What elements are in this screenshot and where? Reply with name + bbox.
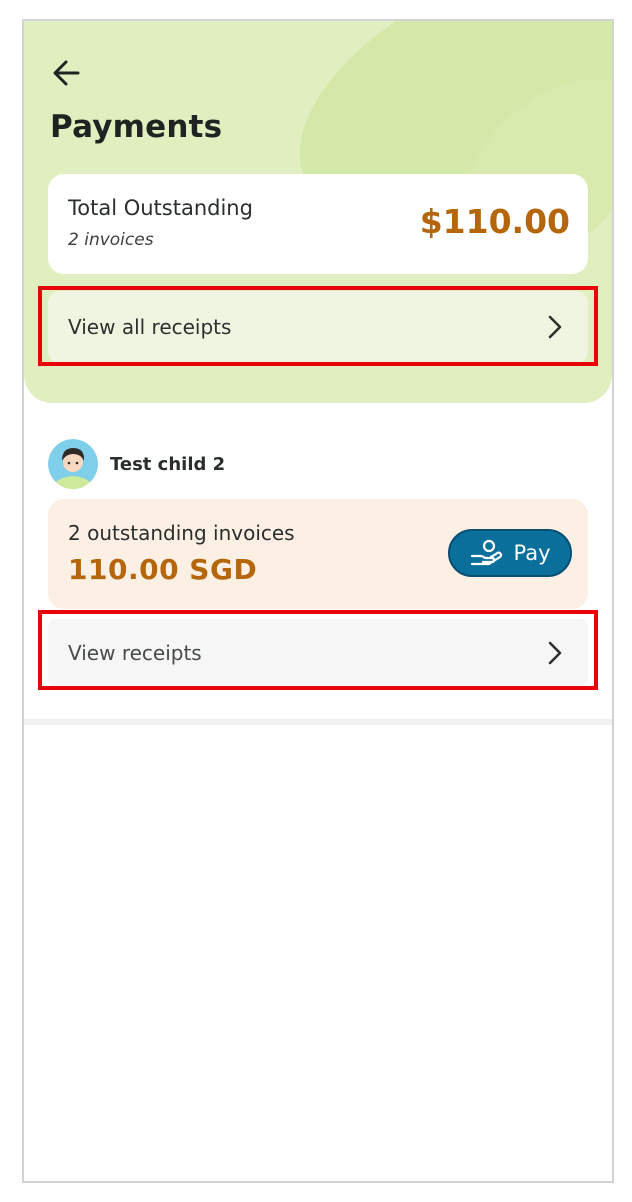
chevron-right-icon (548, 315, 562, 339)
pay-button[interactable]: Pay (448, 529, 572, 577)
view-all-receipts-label: View all receipts (68, 315, 232, 339)
arrow-left-icon (53, 60, 80, 86)
outstanding-amount: 110.00 SGD (68, 553, 258, 586)
pay-button-label: Pay (513, 541, 551, 565)
child-avatar-icon (48, 439, 98, 489)
child-header: Test child 2 (48, 439, 225, 489)
outstanding-invoices-text: 2 outstanding invoices (68, 521, 295, 545)
chevron-right-icon (548, 641, 562, 665)
hand-coins-icon (471, 539, 503, 566)
total-outstanding-card: Total Outstanding 2 invoices $110.00 (48, 174, 588, 274)
app-screen: Payments Total Outstanding 2 invoices $1… (22, 19, 614, 1183)
total-outstanding-amount: $110.00 (419, 202, 570, 241)
page-title: Payments (50, 109, 223, 145)
invoice-count-text: 2 invoices (68, 230, 154, 250)
child-name: Test child 2 (110, 453, 226, 475)
view-all-receipts-button[interactable]: View all receipts (48, 291, 588, 363)
view-receipts-button[interactable]: View receipts (48, 619, 588, 687)
section-divider (24, 719, 612, 725)
view-receipts-label: View receipts (68, 641, 202, 665)
payments-header-panel: Payments Total Outstanding 2 invoices $1… (24, 21, 612, 403)
total-outstanding-label: Total Outstanding (68, 196, 253, 220)
outstanding-invoices-card: 2 outstanding invoices 110.00 SGD Pay (48, 499, 588, 609)
back-button[interactable] (48, 55, 88, 91)
